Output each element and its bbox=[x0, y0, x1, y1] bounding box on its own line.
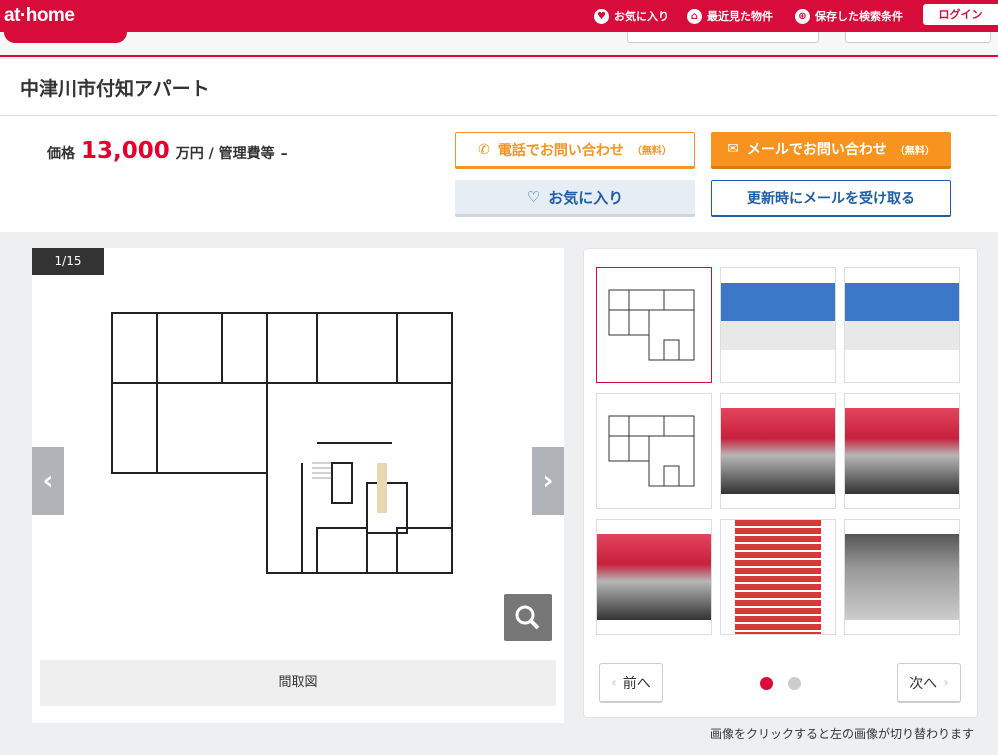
thumbnail-interior-red[interactable] bbox=[596, 519, 712, 635]
save-icon: ⊕ bbox=[795, 8, 810, 24]
prev-page-button[interactable]: ‹ 前へ bbox=[599, 663, 663, 703]
chevron-left-icon: ‹ bbox=[42, 466, 54, 496]
chevron-right-icon: › bbox=[542, 466, 554, 496]
nav-label: お気に入り bbox=[614, 10, 669, 23]
home-icon: ⌂ bbox=[687, 8, 702, 24]
logo[interactable]: at·home bbox=[4, 5, 75, 27]
label: 前へ bbox=[622, 675, 651, 692]
thumbnail-exterior[interactable] bbox=[844, 267, 960, 383]
note: （無料） bbox=[894, 145, 935, 157]
phone-icon: ✆ bbox=[478, 141, 490, 158]
prev-image-button[interactable]: ‹ bbox=[32, 447, 64, 515]
nav-recent[interactable]: ⌂ 最近見た物件 bbox=[687, 8, 773, 24]
thumbnail-exterior[interactable] bbox=[720, 267, 836, 383]
nav-favorites[interactable]: ♥ お気に入り bbox=[594, 8, 669, 24]
image-counter: 1/15 bbox=[32, 248, 104, 275]
label: 次へ bbox=[909, 675, 938, 692]
price-label: 価格 bbox=[47, 146, 75, 162]
thumbnail-interior-red[interactable] bbox=[720, 393, 836, 509]
thumbnail-interior-red[interactable] bbox=[844, 393, 960, 509]
search-icon bbox=[515, 605, 540, 630]
page-dot-1[interactable] bbox=[760, 677, 773, 690]
fee-value: – bbox=[280, 146, 288, 162]
floorplan-image[interactable] bbox=[102, 303, 502, 593]
label: メールでお問い合わせ bbox=[746, 142, 887, 158]
next-page-button[interactable]: 次へ › bbox=[897, 663, 961, 703]
nav-label: 保存した検索条件 bbox=[815, 10, 903, 23]
thumbnail-stairs[interactable] bbox=[720, 519, 836, 635]
mail-icon: ✉ bbox=[727, 141, 739, 157]
favorite-button[interactable]: ♡ お気に入り bbox=[455, 180, 695, 217]
chevron-left-icon: ‹ bbox=[611, 674, 617, 691]
page-dot-2[interactable] bbox=[788, 677, 801, 690]
thumbnail-floorplan[interactable] bbox=[596, 393, 712, 509]
page-title: 中津川市付知アパート bbox=[20, 78, 210, 100]
price-unit: 万円 / 管理費等 bbox=[175, 146, 275, 162]
mail-inquiry-button[interactable]: ✉ メールでお問い合わせ （無料） bbox=[711, 132, 951, 169]
price-value: 13,000 bbox=[81, 138, 170, 164]
thumbnail-hint: 画像をクリックすると左の画像が切り替わります bbox=[709, 727, 974, 741]
zoom-button[interactable] bbox=[504, 594, 552, 641]
next-image-button[interactable]: › bbox=[532, 447, 564, 515]
image-caption: 間取図 bbox=[40, 660, 556, 706]
chevron-right-icon: › bbox=[943, 674, 949, 691]
label: お気に入り bbox=[548, 188, 624, 207]
phone-inquiry-button[interactable]: ✆ 電話でお問い合わせ （無料） bbox=[455, 132, 695, 169]
hidden-button[interactable] bbox=[4, 32, 127, 43]
label: 電話でお問い合わせ bbox=[497, 142, 624, 159]
nav-saved-search[interactable]: ⊕ 保存した検索条件 bbox=[795, 8, 903, 24]
price-info: 価格 13,000 万円 / 管理費等 – bbox=[47, 138, 288, 164]
thumbnail-bathroom[interactable] bbox=[844, 519, 960, 635]
login-button[interactable]: ログイン bbox=[923, 4, 998, 25]
nav-label: 最近見た物件 bbox=[707, 10, 773, 23]
heart-outline-icon: ♡ bbox=[526, 188, 541, 206]
thumbnail-floorplan[interactable] bbox=[596, 267, 712, 383]
note: （無料） bbox=[631, 146, 672, 157]
main-image-viewer bbox=[32, 248, 564, 723]
heart-icon: ♥ bbox=[594, 8, 609, 24]
notify-update-button[interactable]: 更新時にメールを受け取る bbox=[711, 180, 951, 217]
hidden-button[interactable] bbox=[627, 32, 819, 43]
hidden-button[interactable] bbox=[845, 32, 991, 43]
